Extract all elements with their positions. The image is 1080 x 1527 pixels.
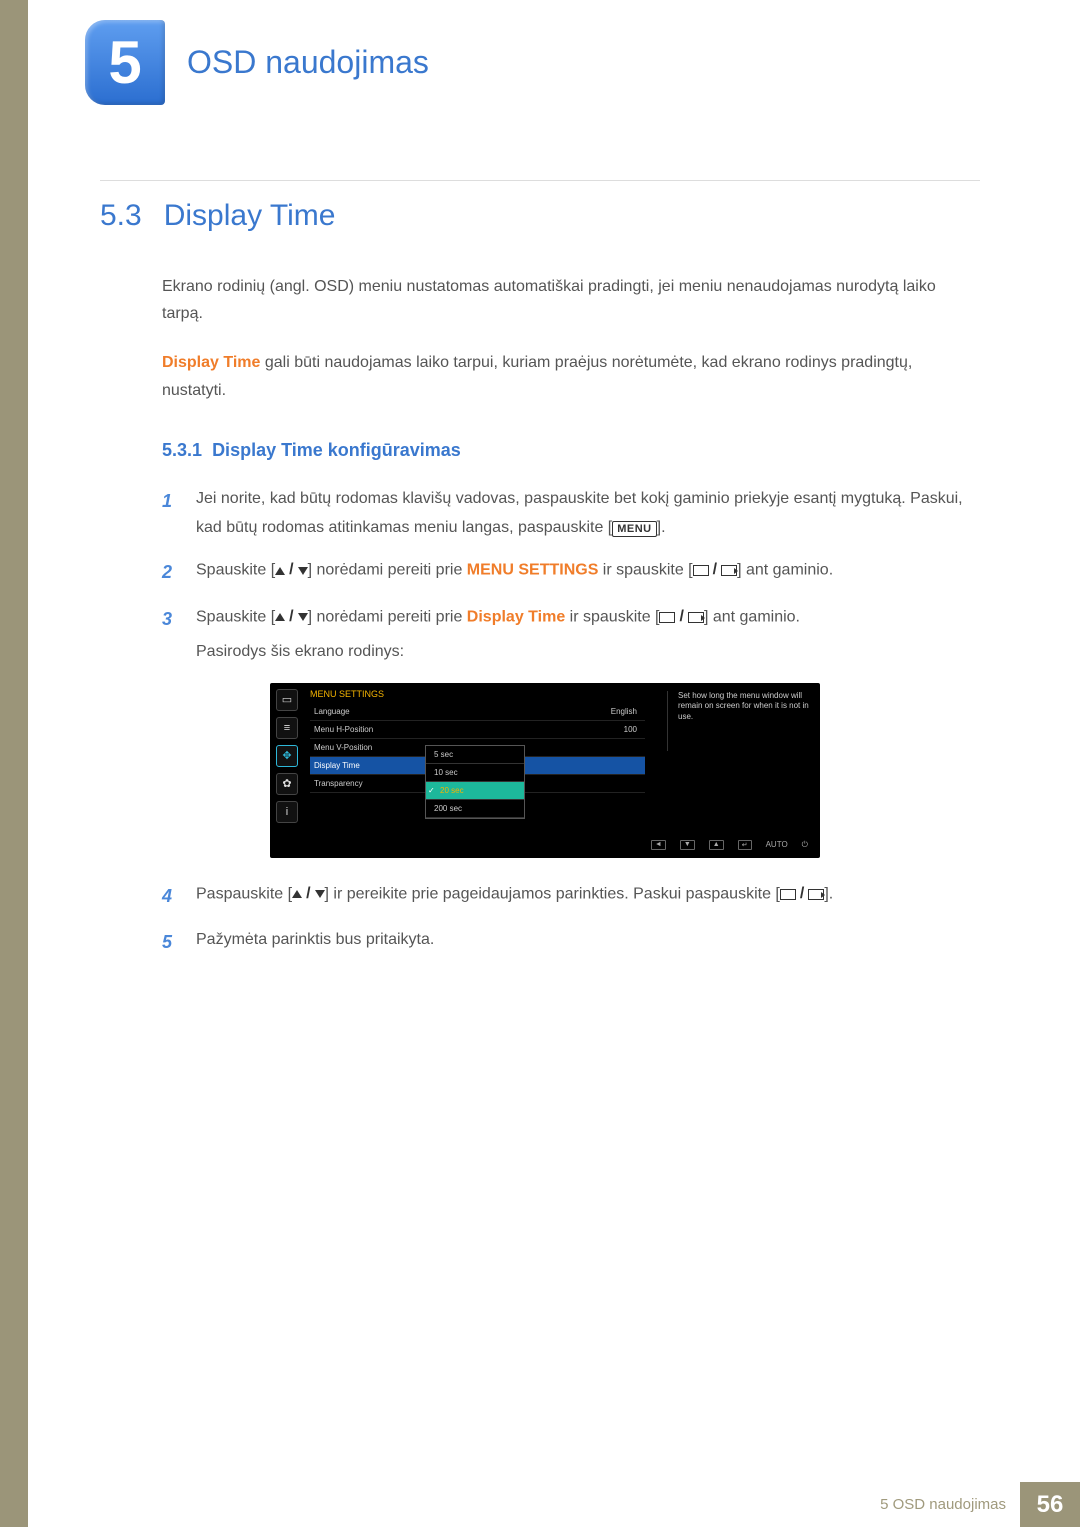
step-3-keyword: Display Time [467,608,565,625]
step-1-text-a: Jei norite, kad būtų rodomas klavišų vad… [196,490,963,536]
menu-label-icon: MENU [612,521,656,537]
chapter-number-badge: 5 [85,20,165,105]
section-number: 5.3 [100,199,142,233]
footer-text: 5 OSD naudojimas [880,1496,1020,1513]
subsection-number: 5.3.1 [162,440,202,460]
subsection-heading: 5.3.1 Display Time konfigūravimas [162,440,980,461]
osd-row-language-label: Language [314,707,350,716]
step-5-number: 5 [162,926,180,958]
osd-display-icon: ▭ [276,689,298,711]
osd-info-icon: i [276,801,298,823]
osd-row-hposition: Menu H-Position 100 [310,721,645,739]
step-3-text-a: Spauskite [ [196,608,275,625]
osd-row-vposition-label: Menu V-Position [314,743,372,752]
step-2-text-c: ir spauskite [ [598,562,692,579]
step-3: 3 Spauskite [/] norėdami pereiti prie Di… [162,603,980,667]
osd-hint-text: Set how long the menu window will remain… [667,691,812,751]
up-down-arrows-icon: / [275,556,307,585]
step-4-body: Paspauskite [/] ir pereikite prie pageid… [196,880,980,912]
osd-screenshot: ▭ ≡ ✥ ✿ i MENU SETTINGS LanguageEnglish … [270,683,820,858]
step-2-number: 2 [162,556,180,588]
intro-paragraph-1: Ekrano rodinių (angl. OSD) meniu nustato… [162,273,980,327]
page-footer: 5 OSD naudojimas 56 [880,1482,1080,1527]
osd-nav-up-icon: ▲ [709,840,724,850]
osd-row-hposition-label: Menu H-Position [314,725,373,734]
osd-dropdown: 5 sec 10 sec 20 sec 200 sec [425,745,525,819]
intro-p2-rest: gali būti naudojamas laiko tarpui, kuria… [162,354,912,398]
subsection-title: Display Time konfigūravimas [212,440,461,460]
osd-dropdown-item-selected: 20 sec [426,782,524,800]
osd-row-transparency-label: Transparency [314,779,363,788]
osd-settings-icon: ✿ [276,773,298,795]
steps-list-continued: 4 Paspauskite [/] ir pereikite prie page… [162,880,980,959]
step-1: 1 Jei norite, kad būtų rodomas klavišų v… [162,485,980,543]
osd-list-icon: ≡ [276,717,298,739]
step-4: 4 Paspauskite [/] ir pereikite prie page… [162,880,980,912]
step-5: 5 Pažymėta parinktis bus pritaikyta. [162,926,980,958]
footer-page-number: 56 [1020,1482,1080,1527]
step-3-text-c: ir spauskite [ [565,608,659,625]
osd-row-hposition-value: 100 [624,725,637,734]
osd-dropdown-item-1: 10 sec [426,764,524,782]
enter-button-icon: / [659,603,703,632]
osd-dropdown-item-3: 200 sec [426,800,524,818]
section-title: Display Time [164,199,336,233]
intro-p2-keyword: Display Time [162,354,260,371]
osd-nav-power-icon: ⏻ [802,840,808,850]
intro-paragraph-2: Display Time gali būti naudojamas laiko … [162,349,980,403]
osd-row-language: Language English [310,703,645,721]
step-3-body: Spauskite [/] norėdami pereiti prie Disp… [196,603,980,667]
up-down-arrows-icon: / [275,603,307,632]
step-1-text-b: ]. [657,519,666,536]
osd-bottom-bar: ◄ ▼ ▲ ↵ AUTO ⏻ [270,836,820,854]
enter-button-icon: / [780,880,824,909]
step-4-text-a: Paspauskite [ [196,886,292,903]
step-2-text-b: ] norėdami pereiti prie [308,562,467,579]
step-2-text-d: ] ant gaminio. [737,562,833,579]
osd-panel-title: MENU SETTINGS [310,689,645,699]
main-content: 5.3 Display Time Ekrano rodinių (angl. O… [100,180,980,973]
step-5-body: Pažymėta parinktis bus pritaikyta. [196,926,980,958]
osd-position-icon: ✥ [276,745,298,767]
step-2-keyword: MENU SETTINGS [467,562,599,579]
page-side-stripe [0,0,28,1527]
osd-nav-down-icon: ▼ [680,840,695,850]
osd-sidebar: ▭ ≡ ✥ ✿ i [276,689,302,823]
step-4-number: 4 [162,880,180,912]
step-1-number: 1 [162,485,180,543]
step-1-body: Jei norite, kad būtų rodomas klavišų vad… [196,485,980,543]
section-heading: 5.3 Display Time [100,180,980,233]
step-3-number: 3 [162,603,180,667]
osd-dropdown-item-0: 5 sec [426,746,524,764]
osd-nav-enter-icon: ↵ [738,840,752,850]
up-down-arrows-icon: / [292,880,324,909]
enter-button-icon: / [693,556,737,585]
step-2-text-a: Spauskite [ [196,562,275,579]
step-4-text-b: ] ir pereikite prie pageidaujamos parink… [325,886,780,903]
chapter-header: 5 OSD naudojimas [85,20,429,105]
step-3-text-d: ] ant gaminio. [704,608,800,625]
steps-list: 1 Jei norite, kad būtų rodomas klavišų v… [162,485,980,667]
step-4-text-c: ]. [824,886,833,903]
step-2: 2 Spauskite [/] norėdami pereiti prie ME… [162,556,980,588]
osd-row-language-value: English [611,707,637,716]
osd-nav-left-icon: ◄ [651,840,666,850]
osd-row-displaytime-label: Display Time [314,761,360,770]
chapter-title: OSD naudojimas [187,44,429,81]
osd-nav-auto-label: AUTO [766,840,788,850]
step-2-body: Spauskite [/] norėdami pereiti prie MENU… [196,556,980,588]
step-3-text-b: ] norėdami pereiti prie [308,608,467,625]
step-3-text-e: Pasirodys šis ekrano rodinys: [196,638,980,667]
